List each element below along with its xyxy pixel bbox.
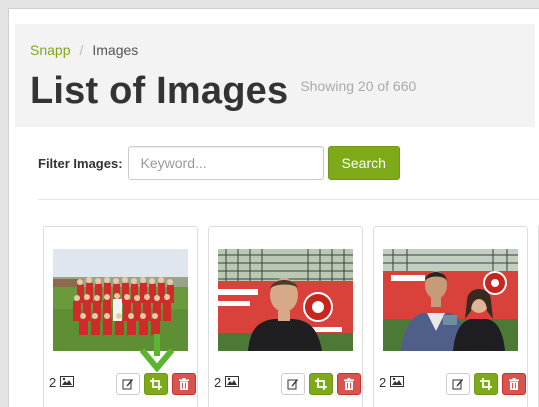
edit-icon: [452, 379, 463, 390]
image-card: 2: [373, 226, 528, 407]
edit-button[interactable]: [446, 373, 470, 395]
filter-label: Filter Images:: [38, 155, 123, 171]
image-count: 2: [379, 375, 405, 390]
delete-button[interactable]: [337, 373, 361, 395]
image-count: 2: [214, 375, 240, 390]
image-card: 2: [208, 226, 363, 407]
edit-button[interactable]: [281, 373, 305, 395]
trash-icon: [509, 378, 519, 390]
trash-icon: [179, 378, 189, 390]
filter-form: Filter Images: Search: [38, 146, 400, 180]
breadcrumb-current: Images: [92, 42, 139, 58]
page-header: Snapp / Images List of Images Showing 20…: [15, 24, 535, 127]
image-card: 2: [43, 226, 198, 407]
down-arrow-icon: [139, 334, 175, 377]
delete-button[interactable]: [502, 373, 526, 395]
image-count-value: 2: [214, 375, 222, 390]
trash-icon: [344, 378, 354, 390]
edit-icon: [122, 379, 133, 390]
edit-button[interactable]: [116, 373, 140, 395]
card-actions: [281, 373, 361, 395]
image-thumbnail[interactable]: [218, 249, 353, 351]
image-thumbnail[interactable]: [383, 249, 518, 351]
search-button[interactable]: Search: [327, 146, 400, 180]
edit-icon: [287, 379, 298, 390]
image-count: 2: [49, 375, 75, 390]
image-count-value: 2: [49, 375, 57, 390]
crop-icon: [315, 378, 327, 390]
image-icon: [60, 375, 75, 390]
result-count: Showing 20 of 660: [300, 78, 417, 94]
page-title: List of Images: [30, 70, 289, 112]
crop-button[interactable]: [474, 373, 498, 395]
crop-icon: [480, 378, 492, 390]
breadcrumb-root-link[interactable]: Snapp: [30, 42, 70, 58]
keyword-input[interactable]: [127, 146, 324, 180]
breadcrumb-separator: /: [79, 42, 84, 58]
card-actions: [446, 373, 526, 395]
image-count-value: 2: [379, 375, 387, 390]
crop-button[interactable]: [309, 373, 333, 395]
title-row: List of Images Showing 20 of 660: [30, 70, 416, 113]
image-icon: [390, 375, 405, 390]
delete-button[interactable]: [172, 373, 196, 395]
image-icon: [225, 375, 240, 390]
divider: [38, 199, 539, 200]
breadcrumb: Snapp / Images: [30, 42, 138, 58]
crop-icon: [150, 378, 162, 390]
